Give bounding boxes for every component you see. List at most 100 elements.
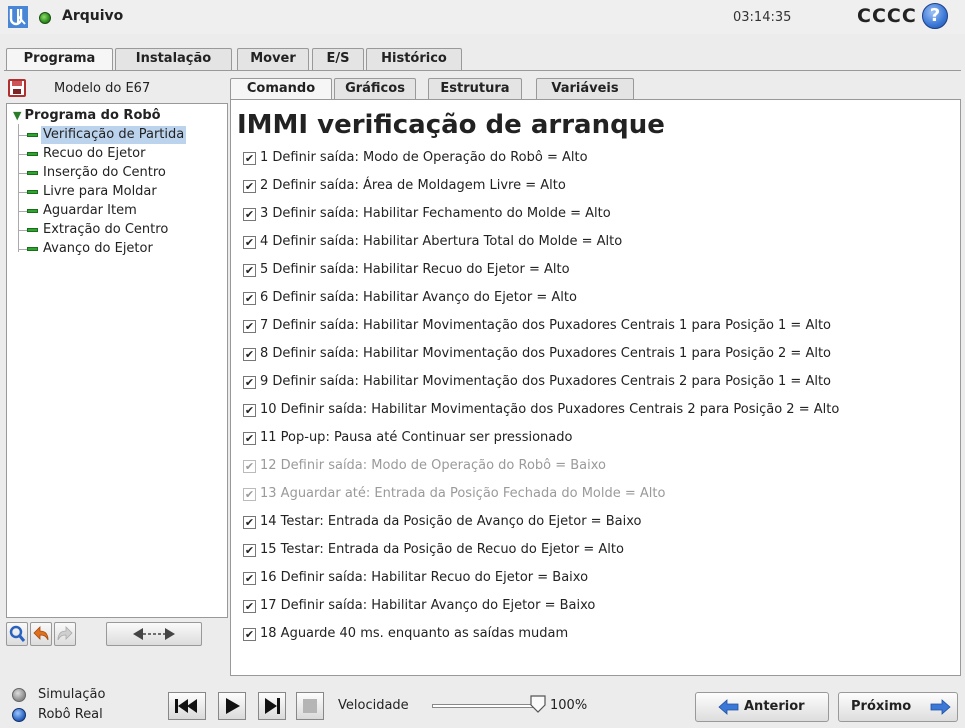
search-icon	[9, 625, 26, 642]
search-button[interactable]	[6, 622, 28, 646]
tree-connector	[18, 124, 19, 252]
undo-button[interactable]	[30, 622, 52, 646]
clock: 03:14:35	[733, 10, 792, 25]
tree-item-label: Avanço do Ejetor	[43, 241, 153, 256]
tab-estrutura[interactable]: Estrutura	[428, 78, 522, 100]
tab-graficos[interactable]: Gráficos	[334, 78, 416, 100]
command-text: 15 Testar: Entrada da Posição de Recuo d…	[260, 542, 624, 557]
arrow-right-icon	[930, 699, 951, 715]
tree-toolbar	[6, 620, 228, 676]
command-checkbox[interactable]: ✔	[243, 376, 256, 389]
arrow-left-icon	[718, 699, 739, 715]
tree-root-label: Programa do Robô	[24, 108, 161, 123]
tab-instalacao[interactable]: Instalação	[115, 48, 232, 70]
simulation-radio-icon[interactable]	[12, 688, 26, 702]
command-text: 6 Definir saída: Habilitar Avanço do Eje…	[260, 290, 577, 305]
command-checkbox[interactable]: ✔	[243, 488, 256, 501]
help-icon[interactable]: ?	[922, 3, 948, 29]
command-checkbox[interactable]: ✔	[243, 152, 256, 165]
command-text: 14 Testar: Entrada da Posição de Avanço …	[260, 514, 642, 529]
node-icon	[27, 228, 38, 232]
command-text: 7 Definir saída: Habilitar Movimentação …	[260, 318, 832, 333]
mode-simulation-label: Simulação	[38, 687, 106, 702]
tree-item-label: Verificação de Partida	[41, 126, 187, 144]
move-arrow-icon	[133, 628, 175, 640]
command-text: 9 Definir saída: Habilitar Movimentação …	[260, 374, 832, 389]
step-icon	[265, 698, 280, 714]
command-text: 5 Definir saída: Habilitar Recuo do Ejet…	[260, 262, 570, 277]
tab-historico[interactable]: Histórico	[366, 48, 462, 70]
command-text: 10 Definir saída: Habilitar Movimentação…	[260, 402, 840, 417]
command-checkbox[interactable]: ✔	[243, 516, 256, 529]
command-checkbox[interactable]: ✔	[243, 208, 256, 221]
command-checkbox[interactable]: ✔	[243, 628, 256, 641]
command-checkbox[interactable]: ✔	[243, 460, 256, 473]
tree-item-label: Extração do Centro	[43, 222, 169, 237]
tab-comando[interactable]: Comando	[230, 78, 332, 100]
tab-variaveis[interactable]: Variáveis	[536, 78, 634, 100]
command-text: 18 Aguarde 40 ms. enquanto as saídas mud…	[260, 626, 569, 641]
skip-start-icon	[175, 699, 197, 713]
save-icon[interactable]	[8, 79, 26, 97]
node-icon	[27, 171, 38, 175]
play-button[interactable]	[218, 692, 246, 720]
skip-to-start-button[interactable]	[168, 692, 206, 720]
command-text: 2 Definir saída: Área de Moldagem Livre …	[260, 178, 566, 193]
speed-value: 100%	[550, 698, 588, 713]
next-button[interactable]: Próximo	[838, 692, 958, 722]
redo-button[interactable]	[54, 622, 76, 646]
command-checkbox[interactable]: ✔	[243, 404, 256, 417]
robot-status-icon	[39, 12, 51, 24]
page-title: IMMI verificação de arranque	[237, 110, 665, 140]
command-text: 12 Definir saída: Modo de Operação do Ro…	[260, 458, 607, 473]
robot-name: CCCC	[857, 5, 917, 27]
node-icon	[27, 133, 38, 137]
real-robot-radio-icon[interactable]	[12, 708, 26, 722]
step-button[interactable]	[258, 692, 286, 720]
redo-icon	[57, 626, 73, 641]
command-text: 13 Aguardar até: Entrada da Posição Fech…	[260, 486, 666, 501]
previous-button[interactable]: Anterior	[695, 692, 829, 722]
node-icon	[27, 152, 38, 156]
top-bar: Arquivo 03:14:35 CCCC ?	[0, 0, 965, 34]
node-icon	[27, 190, 38, 194]
undo-icon	[33, 626, 49, 641]
command-checkbox[interactable]: ✔	[243, 236, 256, 249]
command-checkbox[interactable]: ✔	[243, 264, 256, 277]
command-checkbox[interactable]: ✔	[243, 572, 256, 585]
ur-logo-icon	[8, 6, 28, 28]
command-text: 16 Definir saída: Habilitar Recuo do Eje…	[260, 570, 589, 585]
command-checkbox[interactable]: ✔	[243, 600, 256, 613]
program-header: Modelo do E67	[6, 76, 228, 102]
program-tree: ▼ Programa do Robô Verificação de Partida…	[6, 103, 228, 618]
move-node-button[interactable]	[106, 622, 202, 646]
stop-icon	[303, 699, 317, 713]
speed-label: Velocidade	[338, 698, 409, 713]
tree-root[interactable]: ▼ Programa do Robô	[13, 108, 161, 123]
node-icon	[27, 247, 38, 251]
stop-button[interactable]	[296, 692, 324, 720]
tab-mover[interactable]: Mover	[237, 48, 309, 70]
command-checkbox[interactable]: ✔	[243, 544, 256, 557]
tree-item-label: Recuo do Ejetor	[43, 146, 146, 161]
program-file-name: Modelo do E67	[54, 81, 151, 96]
tree-item-label: Inserção do Centro	[43, 165, 166, 180]
tree-item-label: Livre para Moldar	[43, 184, 157, 199]
command-panel: IMMI verificação de arranque ✔ 1 Definir …	[230, 100, 961, 676]
speed-slider-handle[interactable]	[530, 695, 546, 713]
tab-es[interactable]: E/S	[312, 48, 364, 70]
command-checkbox[interactable]: ✔	[243, 432, 256, 445]
command-checkbox[interactable]: ✔	[243, 180, 256, 193]
file-menu[interactable]: Arquivo	[62, 8, 123, 24]
next-label: Próximo	[851, 699, 912, 714]
command-checkbox[interactable]: ✔	[243, 292, 256, 305]
tree-item-label: Aguardar Item	[43, 203, 137, 218]
command-checkbox[interactable]: ✔	[243, 348, 256, 361]
command-checkbox[interactable]: ✔	[243, 320, 256, 333]
speed-slider[interactable]	[432, 704, 540, 708]
command-text: 3 Definir saída: Habilitar Fechamento do…	[260, 206, 611, 221]
previous-label: Anterior	[744, 699, 805, 714]
expand-triangle-icon[interactable]: ▼	[13, 109, 21, 122]
tab-programa[interactable]: Programa	[6, 48, 113, 70]
command-text: 4 Definir saída: Habilitar Abertura Tota…	[260, 234, 623, 249]
